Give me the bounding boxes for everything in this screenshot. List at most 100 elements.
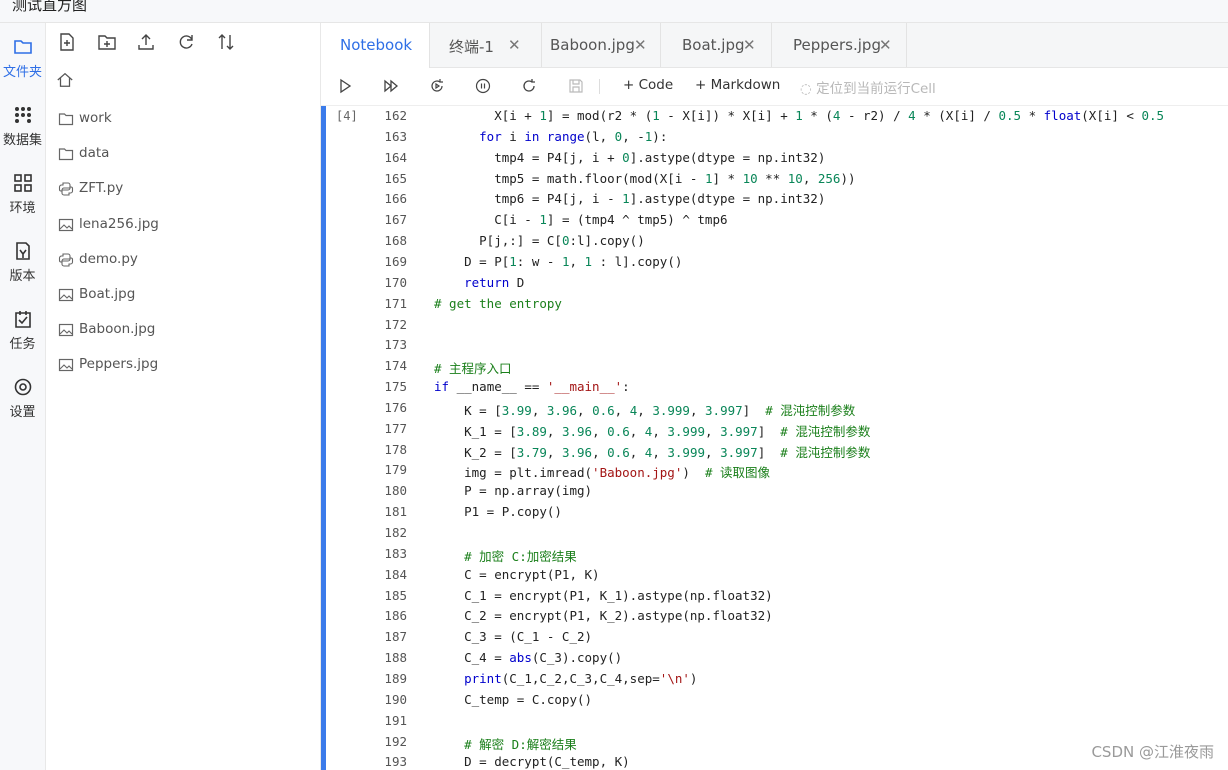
- plus-icon: +: [623, 77, 639, 93]
- window-titlebar: 测试直方图: [0, 0, 1228, 23]
- code-token: C_3 = (C_1 - C_2): [434, 629, 593, 645]
- close-icon[interactable]: ✕: [508, 36, 521, 54]
- code-token: C[i -: [434, 212, 540, 228]
- activity-item-task[interactable]: 任务: [0, 309, 45, 352]
- pause-icon[interactable]: [475, 78, 491, 94]
- code-token: 1: [652, 108, 660, 123]
- tab-baboon[interactable]: Baboon.jpg ✕: [542, 23, 661, 67]
- tab-terminal-1[interactable]: 终端-1 ✕: [430, 23, 542, 67]
- code-token: 0.6: [607, 423, 630, 439]
- close-icon[interactable]: ✕: [879, 36, 892, 54]
- code-token: float: [1043, 108, 1082, 123]
- tab-notebook[interactable]: Notebook: [321, 23, 430, 68]
- line-number: 177: [384, 420, 407, 436]
- home-icon[interactable]: [56, 71, 74, 89]
- code-cell[interactable]: [4] 162 X[i + 1] = mod(r2 * (1 - X[i]) *…: [321, 106, 1228, 770]
- activity-item-environment[interactable]: 环境: [0, 173, 45, 216]
- code-token: 0.5: [998, 108, 1022, 123]
- code-token: # 加密 C:加密结果: [464, 548, 577, 564]
- activity-item-version[interactable]: 版本: [0, 241, 45, 284]
- code-token: - X[i]) * X[i] +: [659, 108, 796, 123]
- add-markdown-label: Markdown: [710, 77, 781, 93]
- code-line: 179 img = plt.imread('Baboon.jpg') # 读取图…: [321, 460, 1228, 481]
- file-name: work: [79, 110, 112, 126]
- code-token: 3.99: [501, 402, 532, 418]
- code-token: *: [1021, 108, 1044, 123]
- new-file-icon[interactable]: [57, 32, 77, 52]
- code-token: 1: [622, 191, 630, 207]
- code-token: 3.999: [667, 444, 706, 460]
- save-icon[interactable]: [568, 78, 584, 94]
- code-line: 163 for i in range(l, 0, -1):: [321, 127, 1228, 148]
- code-token: ,: [689, 402, 706, 418]
- code-token: ,: [629, 444, 645, 460]
- notebook-toolbar: + Code + Markdown ◌ 定位到当前运行Cell: [321, 68, 1228, 106]
- tab-label: 终端-1: [449, 38, 494, 56]
- add-code-cell-button[interactable]: + Code: [623, 77, 673, 93]
- tab-label: Peppers.jpg: [793, 36, 881, 54]
- line-number: 192: [384, 733, 407, 749]
- new-folder-icon[interactable]: [97, 32, 117, 52]
- code-token: ,: [652, 423, 668, 439]
- code-token: ] = mod(r2 * (: [546, 108, 653, 123]
- code-token: 3.997: [720, 444, 758, 460]
- run-icon[interactable]: [337, 78, 353, 94]
- code-token: X[i +: [434, 108, 540, 123]
- refresh-icon[interactable]: [176, 32, 196, 52]
- line-number: 167: [384, 212, 407, 228]
- code-line: 188 C_4 = abs(C_3).copy(): [321, 648, 1228, 669]
- code-token: D = decrypt(C_temp, K): [434, 754, 630, 770]
- line-number: 173: [384, 337, 407, 353]
- sort-icon[interactable]: [216, 32, 236, 52]
- run-all-icon[interactable]: [383, 78, 399, 94]
- folder-icon: [58, 113, 74, 126]
- close-icon[interactable]: ✕: [743, 36, 756, 54]
- activity-item-settings[interactable]: 设置: [0, 377, 45, 420]
- code-token: print: [464, 670, 502, 686]
- add-code-label: Code: [638, 77, 674, 93]
- close-icon[interactable]: ✕: [634, 36, 647, 54]
- locate-running-cell-button[interactable]: ◌ 定位到当前运行Cell: [800, 77, 936, 97]
- code-line: 176 K = [3.99, 3.96, 0.6, 4, 3.999, 3.99…: [321, 398, 1228, 419]
- code-token: D = P[: [434, 253, 510, 269]
- code-text: # 解密 D:解密结果: [434, 734, 577, 753]
- file-browser: work data ZFT.py lena256.jpg demo.py Boa…: [46, 23, 321, 770]
- code-token: : w -: [516, 253, 562, 269]
- code-line: 180 P = np.array(img): [321, 481, 1228, 502]
- code-token: 3.999: [667, 423, 706, 439]
- tab-peppers[interactable]: Peppers.jpg ✕: [772, 23, 907, 67]
- code-line: 189 print(C_1,C_2,C_3,C_4,sep='\n'): [321, 669, 1228, 690]
- code-token: P1 = P.copy(): [434, 504, 562, 520]
- restart-run-icon[interactable]: [429, 78, 445, 94]
- restart-icon[interactable]: [521, 78, 537, 94]
- line-number: 181: [384, 504, 407, 520]
- code-line: 190 C_temp = C.copy(): [321, 690, 1228, 711]
- code-token: P[j,:] = C[: [434, 233, 562, 249]
- code-line: 191: [321, 711, 1228, 732]
- code-token: ,: [652, 444, 668, 460]
- tab-label: Boat.jpg: [682, 36, 745, 54]
- upload-icon[interactable]: [136, 32, 156, 52]
- activity-item-folder[interactable]: 文件夹: [0, 37, 45, 80]
- code-text: for i in range(l, 0, -1):: [434, 129, 667, 144]
- line-number: 169: [384, 253, 407, 269]
- locate-label: 定位到当前运行Cell: [816, 81, 936, 97]
- code-token: ,: [637, 402, 653, 418]
- add-markdown-cell-button[interactable]: + Markdown: [695, 77, 780, 93]
- environment-icon: [13, 174, 32, 192]
- tab-boat[interactable]: Boat.jpg ✕: [661, 23, 772, 67]
- code-token: ,: [592, 423, 608, 439]
- line-number: 163: [384, 128, 407, 144]
- activity-item-dataset[interactable]: 数据集: [0, 105, 45, 148]
- code-token: 3.96: [561, 423, 593, 439]
- code-line: 164 tmp4 = P4[j, i + 0].astype(dtype = n…: [321, 148, 1228, 169]
- code-token: ]: [757, 444, 781, 460]
- code-line: 162 X[i + 1] = mod(r2 * (1 - X[i]) * X[i…: [321, 106, 1228, 127]
- code-token: , -: [622, 128, 645, 144]
- line-number: 182: [384, 525, 407, 540]
